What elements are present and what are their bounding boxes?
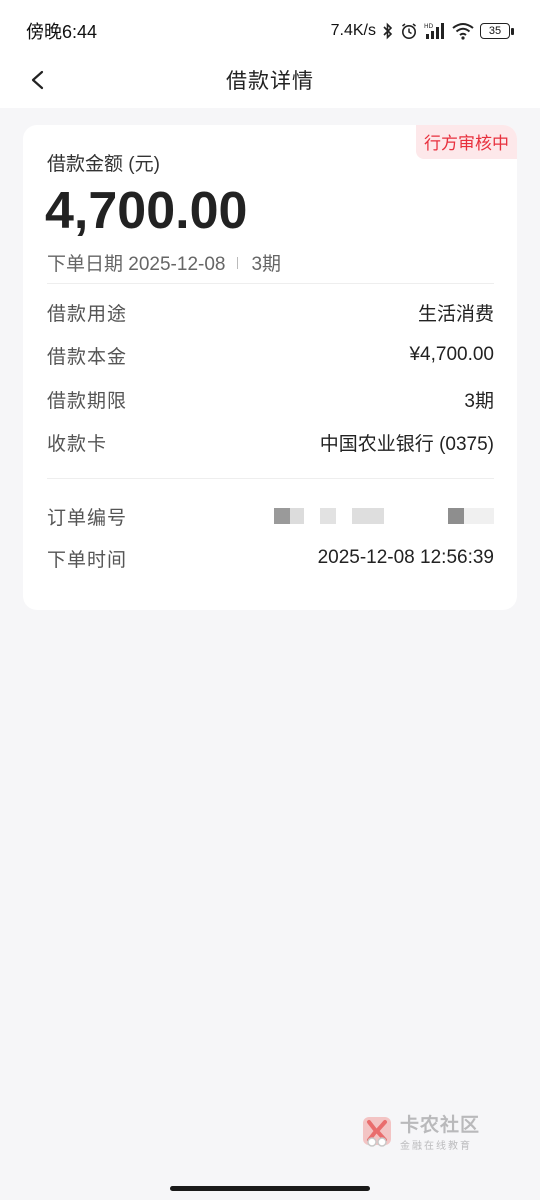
meta-divider bbox=[237, 256, 239, 269]
network-speed: 7.4K/s bbox=[330, 22, 376, 39]
detail-value: 3期 bbox=[464, 390, 494, 412]
signal-icon: HD bbox=[424, 22, 446, 40]
page-title: 借款详情 bbox=[226, 70, 314, 93]
bluetooth-icon bbox=[382, 22, 394, 40]
nav-bar: 借款详情 bbox=[0, 52, 540, 108]
detail-row-card: 收款卡 中国农业银行 (0375) bbox=[47, 427, 494, 457]
status-badge: 行方审核中 bbox=[416, 125, 517, 159]
status-time: 傍晚6:44 bbox=[26, 22, 98, 42]
order-time-label: 下单时间 bbox=[47, 549, 128, 571]
divider bbox=[47, 478, 494, 479]
detail-row-order-time: 下单时间 2025-12-08 12:56:39 bbox=[47, 543, 494, 573]
kanong-logo-icon bbox=[363, 1117, 391, 1147]
loan-detail-card: 行方审核中 借款金额 (元) 4,700.00 下单日期 2025-12-08 … bbox=[23, 125, 517, 610]
detail-label: 借款期限 bbox=[47, 390, 128, 412]
detail-value: 生活消费 bbox=[417, 303, 494, 325]
detail-value: ¥4,700.00 bbox=[409, 344, 494, 365]
watermark-subtitle: 金融在线教育 bbox=[400, 1141, 472, 1152]
order-date: 下单日期 2025-12-08 bbox=[47, 254, 226, 275]
hd-label: HD bbox=[424, 23, 434, 30]
order-number-label: 订单编号 bbox=[47, 507, 128, 529]
watermark-title: 卡农社区 bbox=[400, 1115, 481, 1136]
detail-row-term: 借款期限 3期 bbox=[47, 384, 494, 414]
wifi-icon bbox=[452, 22, 474, 40]
detail-row-principal: 借款本金 ¥4,700.00 bbox=[47, 340, 494, 370]
back-button[interactable] bbox=[18, 60, 58, 100]
battery-level: 35 bbox=[480, 23, 510, 39]
order-number-masked bbox=[274, 508, 494, 524]
detail-value: 中国农业银行 (0375) bbox=[319, 433, 494, 455]
divider bbox=[47, 283, 494, 284]
amount-value: 4,700.00 bbox=[45, 182, 248, 240]
periods: 3期 bbox=[251, 254, 282, 275]
alarm-icon bbox=[400, 22, 418, 40]
watermark-logo: 卡农社区 金融在线教育 bbox=[360, 1110, 490, 1152]
home-indicator[interactable] bbox=[170, 1186, 370, 1191]
order-meta: 下单日期 2025-12-08 3期 bbox=[47, 249, 281, 276]
detail-label: 借款本金 bbox=[47, 346, 128, 368]
battery-icon: 35 bbox=[480, 23, 514, 39]
chevron-left-icon bbox=[31, 70, 44, 90]
amount-label: 借款金额 (元) bbox=[47, 154, 160, 175]
detail-label: 收款卡 bbox=[47, 433, 108, 455]
order-time-value: 2025-12-08 12:56:39 bbox=[317, 547, 494, 568]
detail-row-purpose: 借款用途 生活消费 bbox=[47, 297, 494, 327]
detail-label: 借款用途 bbox=[47, 303, 128, 325]
detail-row-order-number: 订单编号 bbox=[47, 501, 494, 531]
status-icons: 7.4K/s HD 35 bbox=[331, 22, 514, 40]
